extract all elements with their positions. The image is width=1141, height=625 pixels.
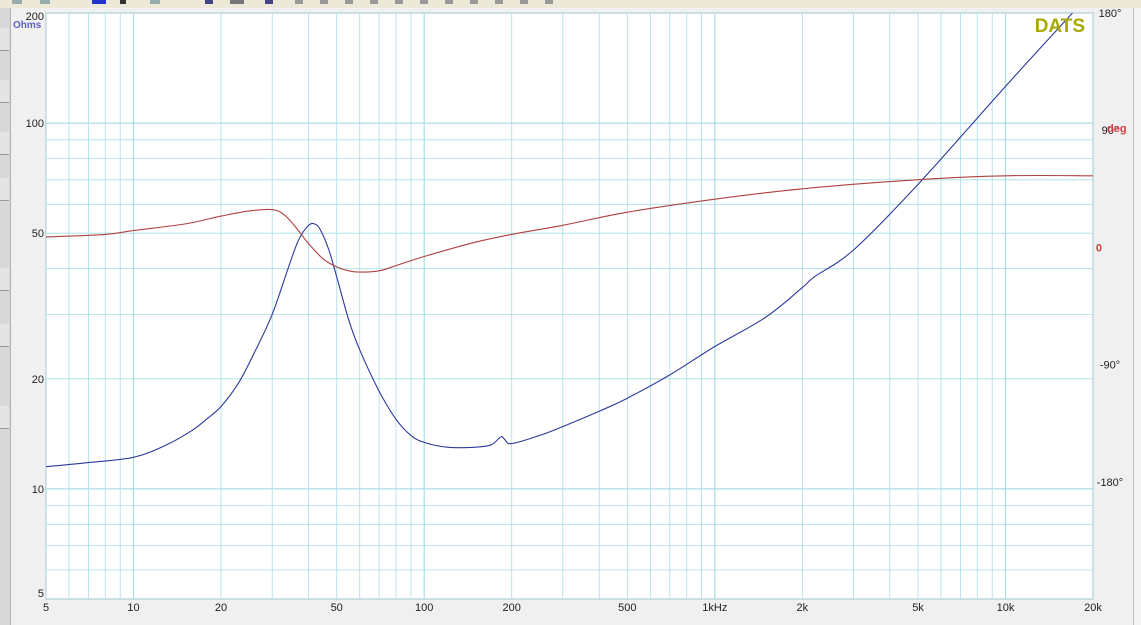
- x-tick-label: 5: [43, 602, 49, 614]
- y-axis-left: 5102050100200: [26, 11, 44, 600]
- y-axis-right: 180°90°0-90°-180°: [1096, 8, 1123, 489]
- y2-tick-label: 0: [1096, 242, 1102, 254]
- y-tick-label: 50: [32, 228, 44, 240]
- plot-area: [45, 12, 1094, 600]
- y-axis-label: Ohms: [13, 20, 42, 31]
- y2-tick-label: -180°: [1097, 477, 1123, 489]
- y2-axis-label: deg: [1107, 123, 1127, 135]
- x-tick-label: 500: [618, 602, 636, 614]
- x-tick-label: 10k: [997, 602, 1015, 614]
- dats-watermark: DATS: [1035, 16, 1085, 37]
- x-tick-label: 20k: [1084, 602, 1102, 614]
- x-tick-label: 50: [331, 602, 343, 614]
- x-axis: 5 10 20 50 100 200 500 1kHz 2k 5k 10k 20k: [43, 602, 1102, 614]
- y2-tick-label: -90°: [1100, 360, 1120, 372]
- x-tick-label: 200: [503, 602, 521, 614]
- x-tick-label: 20: [215, 602, 227, 614]
- x-tick-label: 2k: [796, 602, 808, 614]
- y-tick-label: 10: [32, 484, 44, 496]
- y-tick-label: 5: [38, 588, 44, 600]
- impedance-chart: 5 10 20 50 100 200 500 1kHz 2k 5k 10k 20k 5 10 20 50 10…: [13, 8, 1127, 614]
- x-tick-label: 100: [415, 602, 433, 614]
- y2-tick-label: 180°: [1099, 8, 1122, 20]
- x-tick-label: 1kHz: [702, 602, 727, 614]
- y-tick-label: 20: [32, 374, 44, 386]
- x-tick-label: 5k: [912, 602, 924, 614]
- x-tick-label: 10: [127, 602, 139, 614]
- y-tick-label: 100: [26, 118, 44, 130]
